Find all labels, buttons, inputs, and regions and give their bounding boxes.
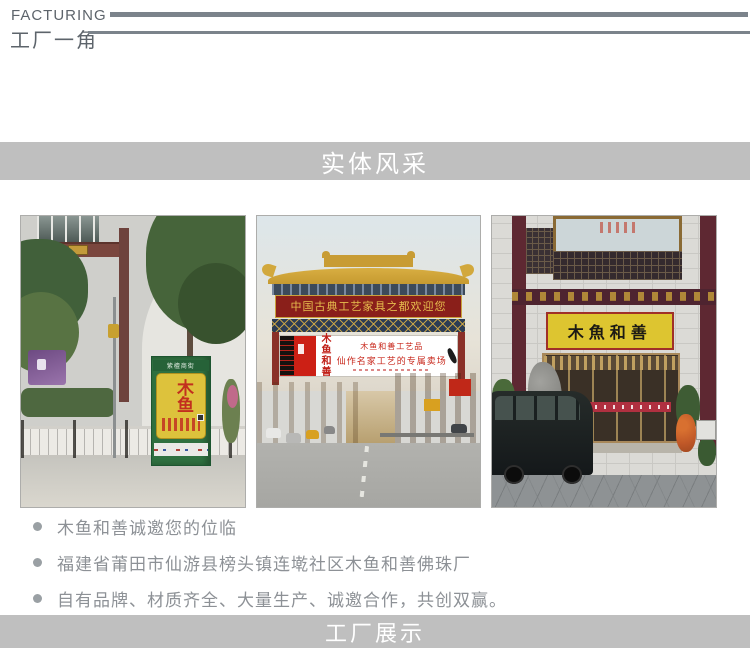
pink-flowers [226, 384, 238, 409]
window-lattice-side [525, 227, 553, 275]
suv-wheel [561, 464, 582, 484]
header-title-en: FACTURING [11, 7, 107, 24]
billboard-logo-mark [297, 344, 305, 354]
plant [698, 437, 717, 467]
car [285, 432, 302, 443]
header-divider-thick [110, 12, 748, 17]
list-item: 福建省莆田市仙游县榜头镇连墘社区木鱼和善佛珠厂 [33, 550, 507, 575]
list-item-text: 福建省莆田市仙游县榜头镇连墘社区木鱼和善佛珠厂 [57, 555, 471, 574]
car [451, 424, 467, 434]
bullet-dot-icon [33, 594, 42, 603]
sign-pole [112, 297, 117, 458]
shop-sign-red [449, 378, 472, 397]
kiosk-small-red-text [161, 418, 200, 432]
purple-banner-text-mark [36, 358, 46, 371]
photo-gallery: 紫檀商街 木鱼 中国古典工艺家具之都欢迎您 木鱼和善 木鱼和善工艺品 仙作名家工… [20, 215, 718, 508]
photo-storefront: 木魚和善 [491, 215, 718, 508]
photo-archway-street: 中国古典工艺家具之都欢迎您 木鱼和善 木鱼和善工艺品 仙作名家工艺的专属卖场 [255, 215, 482, 508]
brick-pavement [492, 474, 717, 507]
suv-wheel [503, 464, 524, 484]
list-item-text: 木鱼和善诚邀您的位临 [57, 519, 237, 538]
banner-entity-label: 实体风采 [321, 150, 429, 178]
fence-bollards [21, 419, 245, 461]
billboard-seal-logo: 木鱼和善 [321, 334, 332, 379]
billboard: 木鱼和善 木鱼和善工艺品 仙作名家工艺的专属卖场 [279, 334, 458, 379]
billboard-address-line [353, 369, 431, 372]
storefront-sign: 木魚和善 [546, 312, 674, 350]
list-item: 自有品牌、材质齐全、大量生产、诚邀合作，共创双赢。 [33, 586, 507, 611]
arch-beam-text: 中国古典工艺家具之都欢迎您 [290, 300, 447, 314]
orange-flowers [675, 413, 696, 452]
balcony-window [36, 216, 100, 243]
list-item: 木鱼和善诚邀您的位临 [33, 514, 507, 539]
storefront-sign-text: 木魚和善 [567, 322, 652, 342]
list-item-text: 自有品牌、材质齐全、大量生产、诚邀合作，共创双赢。 [57, 591, 507, 610]
car [323, 425, 335, 434]
window-reflection-text [599, 221, 636, 234]
kiosk-bottom-strip [154, 442, 208, 457]
billboard-text-block: 木鱼和善工艺品 仙作名家工艺的专属卖场 [337, 336, 447, 376]
arch-beam: 中国古典工艺家具之都欢迎您 [274, 294, 463, 318]
kiosk-header-label: 紫檀商街 [166, 363, 195, 370]
crane-painting [447, 336, 457, 376]
arch-decor-band [272, 319, 465, 333]
road [21, 457, 245, 507]
bullet-dot-icon [33, 522, 42, 531]
bullet-dot-icon [33, 558, 42, 567]
banner-factory-label: 工厂展示 [324, 620, 425, 646]
red-column [119, 227, 130, 403]
billboard-line1: 木鱼和善工艺品 [360, 342, 424, 352]
purple-banner [27, 349, 66, 385]
kiosk-header-band: 紫檀商街 [152, 360, 209, 371]
photo-factory-street: 紫檀商街 木鱼 [20, 215, 246, 508]
qr-code [196, 413, 205, 422]
window-lattice [552, 250, 683, 280]
door-transom [543, 355, 678, 371]
taxi [305, 429, 320, 440]
shop-sign-gold [424, 399, 441, 411]
suv-windows [494, 396, 580, 420]
hedge [21, 387, 115, 417]
billboard-line2: 仙作名家工艺的专属卖场 [336, 356, 447, 367]
billboard-led-panel [280, 336, 294, 377]
median-fence [379, 432, 474, 438]
ac-unit [695, 419, 717, 441]
product-detail-section: FACTURING 工厂一角 实体风采 紫檀商街 木鱼 中国古典工艺家具之都欢迎… [0, 0, 750, 664]
pole-sign [108, 323, 120, 339]
arch-roof-ridge [321, 251, 416, 267]
tree-blob [177, 262, 245, 345]
header-title-zh: 工厂一角 [10, 30, 98, 52]
car [265, 428, 282, 439]
banner-factory-display: 工厂展示 [0, 615, 750, 648]
ornament-beam [512, 288, 716, 305]
kiosk-sign-text: 木鱼 [172, 379, 193, 414]
arch-roof-eave [267, 268, 470, 285]
billboard-red-panel [293, 336, 317, 377]
header-divider-thin [88, 31, 750, 34]
feature-list: 木鱼和善诚邀您的位临 福建省莆田市仙游县榜头镇连墘社区木鱼和善佛珠厂 自有品牌、… [33, 514, 507, 622]
banner-entity-style: 实体风采 [0, 142, 750, 180]
arch-column [272, 332, 280, 385]
roof-bracket-band [272, 284, 465, 295]
